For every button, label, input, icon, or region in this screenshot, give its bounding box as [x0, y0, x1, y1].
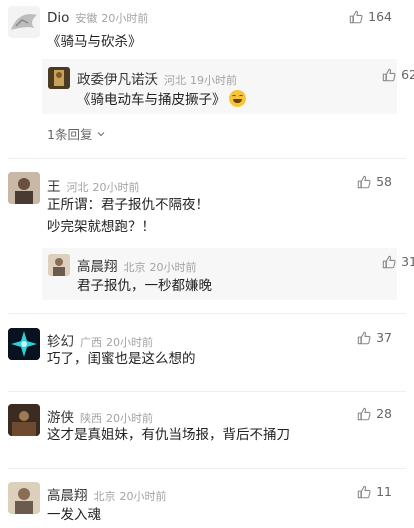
- comment-text: 巧了，闺蜜也是这么想的: [47, 351, 196, 367]
- timestamp: 20小时前: [101, 12, 149, 25]
- avatar[interactable]: [48, 254, 70, 276]
- divider: [8, 391, 406, 392]
- like-count: 37: [376, 330, 392, 345]
- location: 北京: [93, 490, 116, 503]
- like-button[interactable]: 62: [382, 67, 414, 82]
- like-count: 62: [401, 67, 414, 82]
- like-button[interactable]: 164: [349, 9, 392, 24]
- divider: [8, 313, 406, 314]
- avatar[interactable]: [8, 6, 40, 38]
- reply-author-name[interactable]: 高晨翔: [77, 255, 118, 275]
- location: 北京: [123, 261, 146, 274]
- more-replies-label: 1条回复: [47, 127, 93, 142]
- like-button[interactable]: 11: [357, 484, 392, 499]
- thumbs-up-icon: [357, 331, 371, 344]
- comment-4: 游侠 陕西 20小时前 28 这才是真姐妹，有仇当场报，背后不捅刀: [0, 398, 414, 458]
- thumbs-up-icon: [382, 255, 396, 268]
- like-button[interactable]: 31: [382, 254, 414, 269]
- reply-text: 君子报仇，一秒都嫌晚: [77, 278, 212, 294]
- timestamp: 20小时前: [149, 261, 197, 274]
- reply-author-name[interactable]: 政委伊凡诺沃: [77, 68, 158, 88]
- comment-text: 《骑马与砍杀》: [47, 34, 142, 50]
- location: 河北: [164, 74, 186, 87]
- location: 河北: [66, 181, 89, 194]
- comment-text: 这才是真姐妹，有仇当场报，背后不捅刀: [47, 427, 290, 443]
- like-count: 28: [376, 406, 392, 421]
- commenter-name[interactable]: Dio: [47, 10, 69, 26]
- avatar[interactable]: [8, 172, 40, 204]
- commenter-name[interactable]: 轸幻: [47, 330, 74, 350]
- timestamp: 20小时前: [119, 490, 167, 503]
- comment-1: Dio 安徽 20小时前 164 《骑马与砍杀》 政委伊凡诺沃 河北 19小时前…: [0, 0, 414, 150]
- comment-3: 轸幻 广西 20小时前 37 巧了，闺蜜也是这么想的: [0, 322, 414, 382]
- like-count: 58: [376, 174, 392, 189]
- reply-text: 《骑电动车与捅皮撅子》: [77, 92, 226, 108]
- chevron-down-icon: [98, 131, 105, 136]
- like-count: 11: [376, 484, 392, 499]
- thumbs-up-icon: [357, 485, 371, 498]
- divider: [8, 158, 406, 159]
- location: 安徽: [75, 12, 98, 25]
- reply-box: 高晨翔 北京 20小时前 31 君子报仇，一秒都嫌晚: [42, 248, 414, 300]
- thumbs-up-icon: [357, 175, 371, 188]
- commenter-name[interactable]: 王: [47, 175, 61, 195]
- avatar[interactable]: [8, 404, 40, 436]
- like-button[interactable]: 58: [357, 174, 392, 189]
- comment-2: 王 河北 20小时前 58 正所谓：君子报仇不隔夜！ 吵完架就想跑？！ 高晨翔 …: [0, 165, 414, 305]
- thumbs-up-icon: [382, 68, 396, 81]
- view-replies-link[interactable]: 1条回复: [47, 124, 107, 143]
- commenter-name[interactable]: 高晨翔: [47, 484, 88, 504]
- comment-text: 吵完架就想跑？！: [47, 219, 155, 235]
- avatar[interactable]: [8, 328, 40, 360]
- thumbs-up-icon: [349, 10, 363, 23]
- divider: [8, 468, 406, 469]
- comment-5: 高晨翔 北京 20小时前 11 一发入魂: [0, 476, 414, 528]
- avatar[interactable]: [48, 67, 70, 89]
- laughing-tears-emoji-icon: [228, 90, 246, 107]
- like-count: 31: [401, 254, 414, 269]
- like-count: 164: [368, 9, 392, 24]
- comment-text: 一发入魂: [47, 507, 101, 523]
- avatar[interactable]: [8, 482, 40, 514]
- reply-box: 政委伊凡诺沃 河北 19小时前 62 《骑电动车与捅皮撅子》: [42, 59, 414, 114]
- reply-text-row: 《骑电动车与捅皮撅子》: [77, 89, 246, 111]
- timestamp: 19小时前: [190, 74, 237, 87]
- timestamp: 20小时前: [92, 181, 140, 194]
- comment-text: 正所谓：君子报仇不隔夜！: [47, 197, 209, 213]
- like-button[interactable]: 28: [357, 406, 392, 421]
- like-button[interactable]: 37: [357, 330, 392, 345]
- thumbs-up-icon: [357, 407, 371, 420]
- commenter-name[interactable]: 游侠: [47, 406, 74, 426]
